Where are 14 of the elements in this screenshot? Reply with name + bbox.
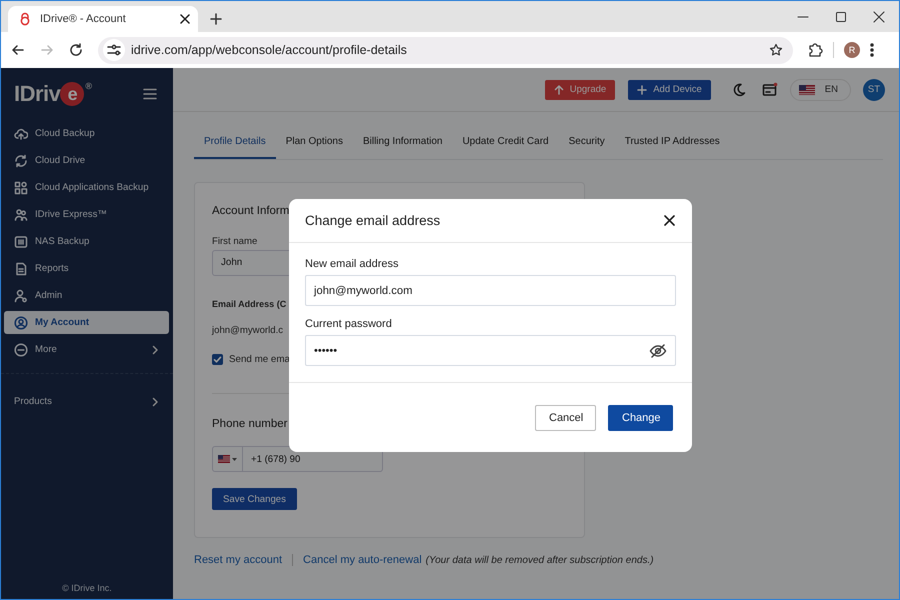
field-label: Email Address (C (212, 299, 286, 309)
url-text: idrive.com/app/webconsole/account/profile-details (131, 43, 408, 57)
logo: IDriv e ® (14, 81, 92, 107)
field-label: Current password (305, 318, 393, 330)
note-text: (Your data will be removed after subscription ends.) (426, 554, 654, 566)
field-label: First name (212, 236, 258, 247)
checkbox-label: Send me ema (229, 354, 290, 365)
section-heading: Phone number (212, 418, 288, 430)
copyright-text: © IDrive Inc. (61, 583, 113, 593)
section-heading: Account Inform (212, 205, 290, 217)
email-text: john@myworld.c (212, 325, 284, 336)
tab-title: IDrive® - Account (40, 13, 127, 25)
field-label: New email address (305, 258, 400, 270)
dialog-title: Change email address (305, 213, 440, 228)
